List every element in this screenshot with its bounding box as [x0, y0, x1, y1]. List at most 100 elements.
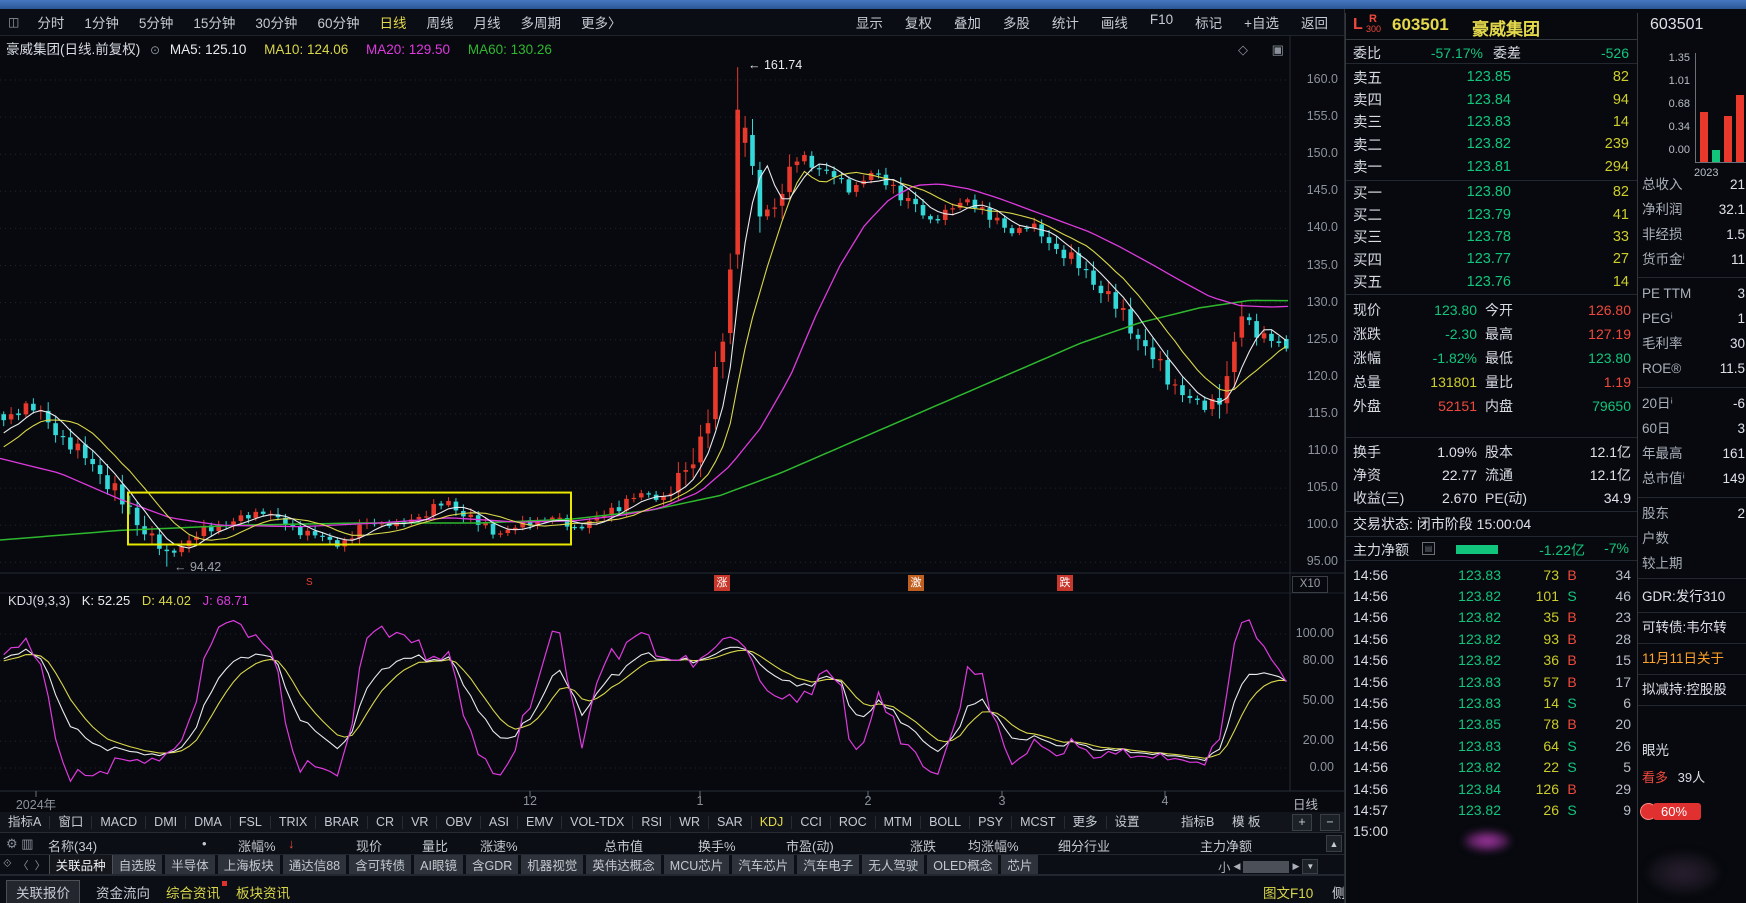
indicator-settings-button[interactable]: 设置	[1107, 816, 1148, 829]
financial-mini-chart: 1.351.010.680.340.00 2023	[1638, 45, 1746, 170]
indicator-item[interactable]: BRAR	[316, 816, 368, 829]
f10-link[interactable]: 图文F10	[1263, 882, 1313, 902]
indicator-item[interactable]: EMV	[518, 816, 562, 829]
bid-row[interactable]: 买三 123.78 33	[1346, 226, 1637, 248]
indicator-item[interactable]: PSY	[970, 816, 1012, 829]
chart-region[interactable]: 豪威集团(日线.前复权) ⊙ MA5: 125.10 MA10: 124.06 …	[0, 0, 1345, 812]
news-item[interactable]: GDR:发行310	[1638, 582, 1746, 613]
gear-icon[interactable]: ⚙ ▥	[6, 836, 34, 852]
news-item[interactable]: 拟减持:控股股	[1638, 675, 1746, 706]
candlestick-kdj-chart[interactable]	[0, 0, 1345, 812]
status-tab[interactable]: 资金流向	[96, 882, 150, 902]
ask-row[interactable]: 卖三 123.83 14	[1346, 111, 1637, 133]
chart-corner-icons[interactable]: ◇ ▣	[1238, 42, 1294, 58]
indicator-item[interactable]: BOLL	[921, 816, 970, 829]
indicator-a-label[interactable]: 指标A	[0, 816, 50, 829]
column-header[interactable]: 细分行业	[1058, 836, 1110, 855]
column-header[interactable]: 总市值	[604, 836, 643, 855]
indicator-item[interactable]: DMI	[146, 816, 186, 829]
bid-row[interactable]: 买五 123.76 14	[1346, 271, 1637, 293]
tick-direction: S	[1559, 588, 1585, 604]
kdj-period-label[interactable]: 日线	[1293, 794, 1318, 813]
indicator-item[interactable]: MTM	[876, 816, 921, 829]
column-header[interactable]: 涨跌	[910, 836, 936, 855]
sector-tab[interactable]: MCU芯片	[664, 855, 729, 875]
ask-row[interactable]: 卖二 123.82 239	[1346, 133, 1637, 155]
collapse-icon[interactable]: ⊙	[150, 43, 160, 57]
ask-row[interactable]: 卖一 123.81 294	[1346, 156, 1637, 178]
indicator-item[interactable]: MACD	[92, 816, 146, 829]
bid-row[interactable]: 买二 123.79 41	[1346, 203, 1637, 225]
indicator-more-button[interactable]: 更多	[1065, 816, 1107, 829]
ask-row[interactable]: 卖四 123.84 94	[1346, 88, 1637, 110]
news-item[interactable]: 可转债:韦尔转	[1638, 613, 1746, 644]
pin-icon[interactable]: ⟐	[3, 858, 12, 871]
indicator-item[interactable]: ASI	[481, 816, 518, 829]
indicator-item[interactable]: KDJ	[752, 816, 793, 829]
sector-tab[interactable]: 通达信88	[283, 855, 346, 875]
sector-tab[interactable]: 半导体	[165, 855, 215, 875]
bid-row[interactable]: 买一 123.80 82	[1346, 181, 1637, 203]
column-header[interactable]: 涨速%	[480, 836, 518, 855]
scroll-up-button[interactable]: ▲	[1326, 835, 1342, 852]
tab-scrollbar[interactable]	[1243, 861, 1289, 873]
indicator-item[interactable]: ROC	[831, 816, 876, 829]
indicator-item[interactable]: VR	[403, 816, 437, 829]
sector-tab[interactable]: 无人驾驶	[862, 855, 924, 875]
chevron-left-icon[interactable]: 〈	[18, 857, 29, 873]
sector-tab[interactable]: 汽车芯片	[732, 855, 794, 875]
chevron-right-icon[interactable]: 〉	[35, 857, 46, 873]
indicator-item[interactable]: WR	[671, 816, 709, 829]
sector-tab[interactable]: 机器视觉	[521, 855, 583, 875]
column-header[interactable]: 均涨幅%	[968, 836, 1019, 855]
status-tab[interactable]: 综合资讯	[166, 882, 220, 902]
indicator-item[interactable]: TRIX	[271, 816, 316, 829]
font-size-button[interactable]: 小	[1218, 857, 1231, 875]
zoom-out-button[interactable]: −	[1320, 814, 1340, 831]
indicator-item[interactable]: VOL-TDX	[562, 816, 633, 829]
bid-row[interactable]: 买四 123.77 27	[1346, 248, 1637, 270]
time-sales-row: 14:56 123.82 22 S 5	[1346, 757, 1637, 778]
column-name[interactable]: 名称(34)	[48, 836, 97, 855]
indicator-item[interactable]: DMA	[186, 816, 231, 829]
sector-tab-selected[interactable]: 关联品种	[49, 855, 113, 875]
ask-row[interactable]: 卖五 123.85 82	[1346, 66, 1637, 88]
sector-tab[interactable]: AI眼镜	[414, 855, 463, 875]
zoom-in-button[interactable]: +	[1292, 814, 1312, 831]
indicator-item[interactable]: OBV	[437, 816, 480, 829]
sector-tab[interactable]: 芯片	[1001, 855, 1038, 875]
column-header[interactable]: 市盈(动)	[786, 836, 834, 855]
status-tab[interactable]: 板块资讯	[236, 882, 290, 902]
column-header[interactable]: 涨幅%	[238, 836, 276, 855]
indicator-item[interactable]: CCI	[792, 816, 831, 829]
sentiment-badge[interactable]: 60%	[1640, 803, 1701, 820]
list-icon[interactable]: ▤	[1422, 542, 1435, 555]
sector-tab[interactable]: 上海板块	[218, 855, 280, 875]
indicator-window-button[interactable]: 窗口	[50, 816, 92, 829]
column-header[interactable]: 现价	[356, 836, 382, 855]
sector-tab[interactable]: 含可转债	[349, 855, 411, 875]
indicator-item[interactable]: CR	[368, 816, 403, 829]
indicator-item[interactable]: FSL	[231, 816, 271, 829]
indicator-item[interactable]: SAR	[709, 816, 752, 829]
indicator-b-button[interactable]: 指标B	[1181, 812, 1214, 833]
main-net-row[interactable]: 主力净额 ▤ -1.22亿 -7%	[1346, 536, 1637, 561]
indicator-template-button[interactable]: 模 板	[1232, 812, 1260, 833]
sector-tab[interactable]: 含GDR	[466, 855, 518, 875]
column-header[interactable]: 换手%	[698, 836, 736, 855]
status-tab[interactable]: 关联报价	[6, 880, 80, 903]
event-badge: 激	[908, 575, 924, 591]
scroll-left-icon[interactable]: ◀	[1234, 861, 1241, 872]
scroll-right-icon[interactable]: ▶	[1292, 861, 1299, 872]
column-header[interactable]: 主力净额	[1200, 836, 1252, 855]
indicator-item[interactable]: RSI	[633, 816, 671, 829]
indicator-item[interactable]: MCST	[1012, 816, 1064, 829]
column-header[interactable]: 量比	[422, 836, 448, 855]
stat-value: 126.80	[1541, 302, 1631, 318]
sector-tab[interactable]: 自选股	[113, 855, 163, 875]
sector-tab[interactable]: OLED概念	[927, 855, 998, 875]
dropdown-icon[interactable]: ▼	[1302, 859, 1318, 874]
sector-tab[interactable]: 英伟达概念	[586, 855, 661, 875]
sector-tab[interactable]: 汽车电子	[797, 855, 859, 875]
news-item[interactable]: 11月11日关于	[1638, 644, 1746, 675]
